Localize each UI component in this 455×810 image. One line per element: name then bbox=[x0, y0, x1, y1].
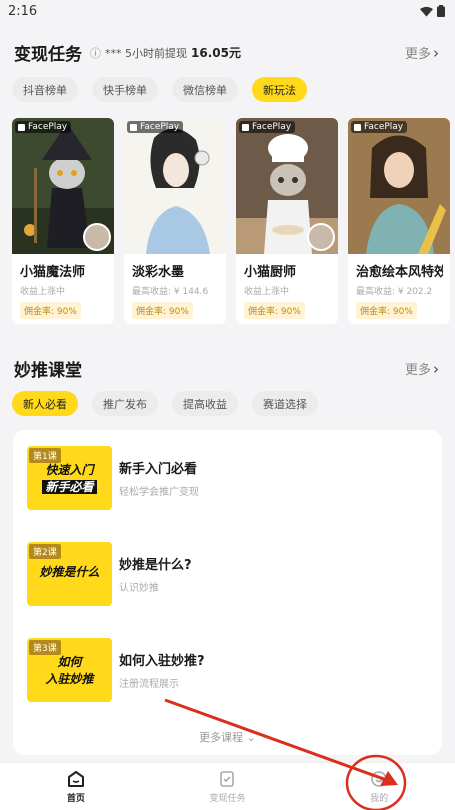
withdraw-ticker: ⓘ *** 5小时前提现 16.05元 bbox=[90, 44, 405, 61]
ticker-user: *** 5小时前提现 bbox=[105, 46, 187, 60]
chip-wechat[interactable]: 微信榜单 bbox=[172, 77, 238, 102]
card-title: 淡彩水墨 bbox=[132, 265, 185, 280]
template-card[interactable]: FacePlay 小猫魔法师 收益上涨中 佣金率: 90% bbox=[12, 118, 114, 324]
earn-more-link[interactable]: 更多 › bbox=[404, 43, 439, 63]
lesson-thumb-text: 快速入门 新手必看 bbox=[27, 462, 112, 496]
card-image-cat-wizard: FacePlay bbox=[12, 118, 114, 254]
earn-section-title: 变现任务 bbox=[14, 45, 82, 65]
lesson-number: 第2课 bbox=[29, 544, 61, 559]
faceplay-logo-icon bbox=[130, 123, 137, 131]
chip-new-play[interactable]: 新玩法 bbox=[252, 77, 307, 102]
classroom-section-title: 妙推课堂 bbox=[14, 361, 82, 381]
lesson-title: 如何入驻妙推? bbox=[119, 654, 205, 669]
faceplay-logo-icon bbox=[354, 123, 361, 131]
classroom-more-label: 更多 bbox=[404, 363, 431, 378]
profile-icon bbox=[371, 770, 387, 787]
status-bar: 2:16 bbox=[0, 0, 455, 22]
lesson-desc: 轻松学会推广变现 bbox=[119, 487, 199, 498]
card-image-storybook: FacePlay bbox=[348, 118, 450, 254]
lesson-item[interactable]: 第2课 妙推是什么 妙推是什么? 认识妙推 bbox=[13, 526, 442, 622]
lesson-title: 新手入门必看 bbox=[119, 462, 198, 477]
lesson-desc: 注册流程展示 bbox=[119, 679, 179, 690]
commission-tag: 佣金率: 90% bbox=[20, 302, 81, 319]
tab-home-label: 首页 bbox=[66, 793, 85, 804]
lesson-item[interactable]: 第3课 如何 入驻妙推 如何入驻妙推? 注册流程展示 bbox=[13, 622, 442, 718]
card-title: 小猫魔法师 bbox=[20, 265, 86, 280]
earn-chip-row: 抖音榜单 快手榜单 微信榜单 新玩法 bbox=[0, 77, 455, 102]
wifi-icon bbox=[420, 6, 433, 17]
card-subtitle: 收益上涨中 bbox=[244, 287, 290, 297]
ink-wash-illustration bbox=[124, 118, 226, 254]
status-icons bbox=[420, 5, 445, 17]
earn-more-label: 更多 bbox=[404, 47, 431, 62]
commission-tag: 佣金率: 90% bbox=[244, 302, 305, 319]
template-card[interactable]: FacePlay 治愈绘本风特效 最高收益: ¥ 202.2 佣金率: 90% bbox=[348, 118, 450, 324]
ticker-amount: 16.05元 bbox=[191, 46, 241, 60]
card-subtitle: 最高收益: ¥ 144.6 bbox=[132, 287, 209, 297]
earn-section-header: 变现任务 ⓘ *** 5小时前提现 16.05元 更多 › bbox=[0, 40, 455, 66]
chevron-right-icon: › bbox=[433, 43, 439, 62]
chip-promotion[interactable]: 推广发布 bbox=[92, 391, 158, 416]
lesson-thumbnail: 第1课 快速入门 新手必看 bbox=[27, 446, 112, 510]
faceplay-badge: FacePlay bbox=[15, 121, 72, 133]
classroom-chip-row: 新人必看 推广发布 提高收益 赛道选择 bbox=[0, 391, 455, 416]
template-card-row: FacePlay 小猫魔法师 收益上涨中 佣金率: 90% FacePlay 淡… bbox=[0, 118, 455, 324]
status-time: 2:16 bbox=[8, 3, 38, 19]
user-icon: ⓘ bbox=[90, 46, 101, 60]
commission-tag: 佣金率: 90% bbox=[132, 302, 193, 319]
chevron-down-icon: ⌄ bbox=[246, 731, 256, 744]
faceplay-badge: FacePlay bbox=[239, 121, 296, 133]
lesson-thumb-text: 妙推是什么 bbox=[39, 565, 100, 579]
template-card[interactable]: FacePlay 小猫厨师 收益上涨中 佣金率: 90% bbox=[236, 118, 338, 324]
lesson-number: 第1课 bbox=[29, 448, 61, 463]
lesson-thumb-text: 如何 入驻妙推 bbox=[45, 655, 94, 686]
faceplay-badge: FacePlay bbox=[351, 121, 408, 133]
lesson-item[interactable]: 第1课 快速入门 新手必看 新手入门必看 轻松学会推广变现 bbox=[13, 430, 442, 526]
avatar-thumb bbox=[83, 223, 111, 251]
card-title: 小猫厨师 bbox=[244, 265, 297, 280]
chip-newcomer[interactable]: 新人必看 bbox=[12, 391, 78, 416]
lesson-thumbnail: 第3课 如何 入驻妙推 bbox=[27, 638, 112, 702]
card-image-cat-chef: FacePlay bbox=[236, 118, 338, 254]
card-subtitle: 最高收益: ¥ 202.2 bbox=[356, 287, 433, 297]
faceplay-logo-icon bbox=[242, 123, 249, 131]
classroom-section-header: 妙推课堂 更多 › bbox=[0, 356, 455, 382]
home-icon bbox=[67, 770, 84, 787]
lesson-desc: 认识妙推 bbox=[119, 583, 159, 594]
tab-earn-tasks-label: 变现任务 bbox=[209, 793, 246, 804]
tab-profile[interactable]: 我的 bbox=[339, 770, 419, 804]
tab-earn-tasks[interactable]: 变现任务 bbox=[187, 770, 267, 804]
card-image-ink-wash: FacePlay bbox=[124, 118, 226, 254]
classroom-more-link[interactable]: 更多 › bbox=[404, 359, 439, 379]
card-subtitle: 收益上涨中 bbox=[20, 287, 66, 297]
lesson-thumbnail: 第2课 妙推是什么 bbox=[27, 542, 112, 606]
battery-icon bbox=[437, 5, 445, 17]
template-card[interactable]: FacePlay 淡彩水墨 最高收益: ¥ 144.6 佣金率: 90% bbox=[124, 118, 226, 324]
faceplay-logo-icon bbox=[18, 123, 25, 131]
lesson-title: 妙推是什么? bbox=[119, 558, 192, 573]
lesson-list: 第1课 快速入门 新手必看 新手入门必看 轻松学会推广变现 第2课 妙推是什么 … bbox=[13, 430, 442, 755]
more-courses-link[interactable]: 更多课程 ⌄ bbox=[13, 729, 442, 745]
storybook-illustration bbox=[348, 118, 450, 254]
chip-track[interactable]: 赛道选择 bbox=[252, 391, 318, 416]
card-title: 治愈绘本风特效 bbox=[356, 265, 443, 280]
faceplay-badge: FacePlay bbox=[127, 121, 184, 133]
tab-home[interactable]: 首页 bbox=[36, 770, 116, 804]
chip-kuaishou[interactable]: 快手榜单 bbox=[92, 77, 158, 102]
chip-earnings[interactable]: 提高收益 bbox=[172, 391, 238, 416]
more-courses-label: 更多课程 bbox=[199, 731, 244, 744]
chip-douyin[interactable]: 抖音榜单 bbox=[12, 77, 78, 102]
task-icon bbox=[220, 770, 235, 787]
lesson-number: 第3课 bbox=[29, 640, 61, 655]
avatar-thumb bbox=[307, 223, 335, 251]
tab-profile-label: 我的 bbox=[370, 793, 389, 804]
bottom-tab-bar: 首页 变现任务 我的 bbox=[0, 762, 455, 810]
chevron-right-icon: › bbox=[433, 359, 439, 378]
commission-tag: 佣金率: 90% bbox=[356, 302, 417, 319]
